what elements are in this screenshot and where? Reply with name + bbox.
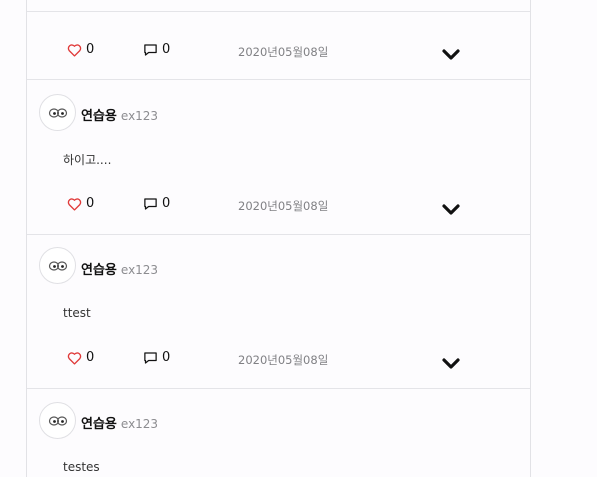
- like-count: 0: [86, 196, 95, 211]
- heart-icon: [67, 197, 82, 211]
- chevron-down-icon[interactable]: [442, 358, 460, 370]
- chevron-down-icon[interactable]: [442, 204, 460, 216]
- post-date: 2020년05월08일: [238, 199, 329, 213]
- post-author[interactable]: 연습용 ex123: [81, 413, 158, 432]
- author-handle: ex123: [120, 109, 159, 123]
- comment-count: 0: [162, 350, 171, 365]
- post-content: 하이고....: [63, 153, 112, 167]
- post-card: 연습용 ex123 ttest 0 0 2020년05월08일: [27, 235, 530, 389]
- post-feed: 0 0 2020년05월08일 연습용 ex123 하이고.... 0 0 202…: [26, 0, 531, 477]
- comment-icon: [144, 43, 157, 56]
- avatar-image: [48, 107, 67, 118]
- like-button[interactable]: 0: [67, 196, 94, 211]
- post-author[interactable]: 연습용 ex123: [81, 259, 158, 278]
- heart-icon: [67, 43, 82, 57]
- avatar[interactable]: [39, 402, 76, 439]
- avatar-image: [48, 415, 67, 426]
- post-date: 2020년05월08일: [238, 45, 329, 59]
- like-button[interactable]: 0: [67, 42, 94, 57]
- author-name: 연습용: [81, 109, 117, 124]
- author-name: 연습용: [81, 263, 117, 278]
- post-card: 연습용 ex123 하이고.... 0 0 2020년05월08일: [27, 80, 530, 235]
- avatar[interactable]: [39, 94, 76, 131]
- like-count: 0: [86, 42, 95, 57]
- like-button[interactable]: 0: [67, 350, 94, 365]
- author-name: 연습용: [81, 417, 117, 432]
- post-card: 연습용 ex123 testes: [27, 389, 530, 477]
- post-date: 2020년05월08일: [238, 353, 329, 367]
- chevron-down-icon[interactable]: [442, 49, 460, 61]
- comment-button[interactable]: 0: [143, 42, 170, 57]
- avatar-image: [48, 260, 67, 271]
- heart-icon: [67, 351, 82, 365]
- author-handle: ex123: [120, 263, 159, 277]
- comment-icon: [144, 197, 157, 210]
- post-author[interactable]: 연습용 ex123: [81, 105, 158, 124]
- author-handle: ex123: [120, 417, 159, 431]
- post-content: ttest: [63, 306, 91, 320]
- comment-count: 0: [162, 42, 171, 57]
- comment-button[interactable]: 0: [143, 350, 170, 365]
- comment-count: 0: [162, 196, 171, 211]
- comment-button[interactable]: 0: [143, 196, 170, 211]
- post-content: testes: [63, 460, 100, 474]
- comment-icon: [144, 351, 157, 364]
- avatar[interactable]: [39, 247, 76, 284]
- post-card: 0 0 2020년05월08일: [27, 12, 530, 80]
- like-count: 0: [86, 350, 95, 365]
